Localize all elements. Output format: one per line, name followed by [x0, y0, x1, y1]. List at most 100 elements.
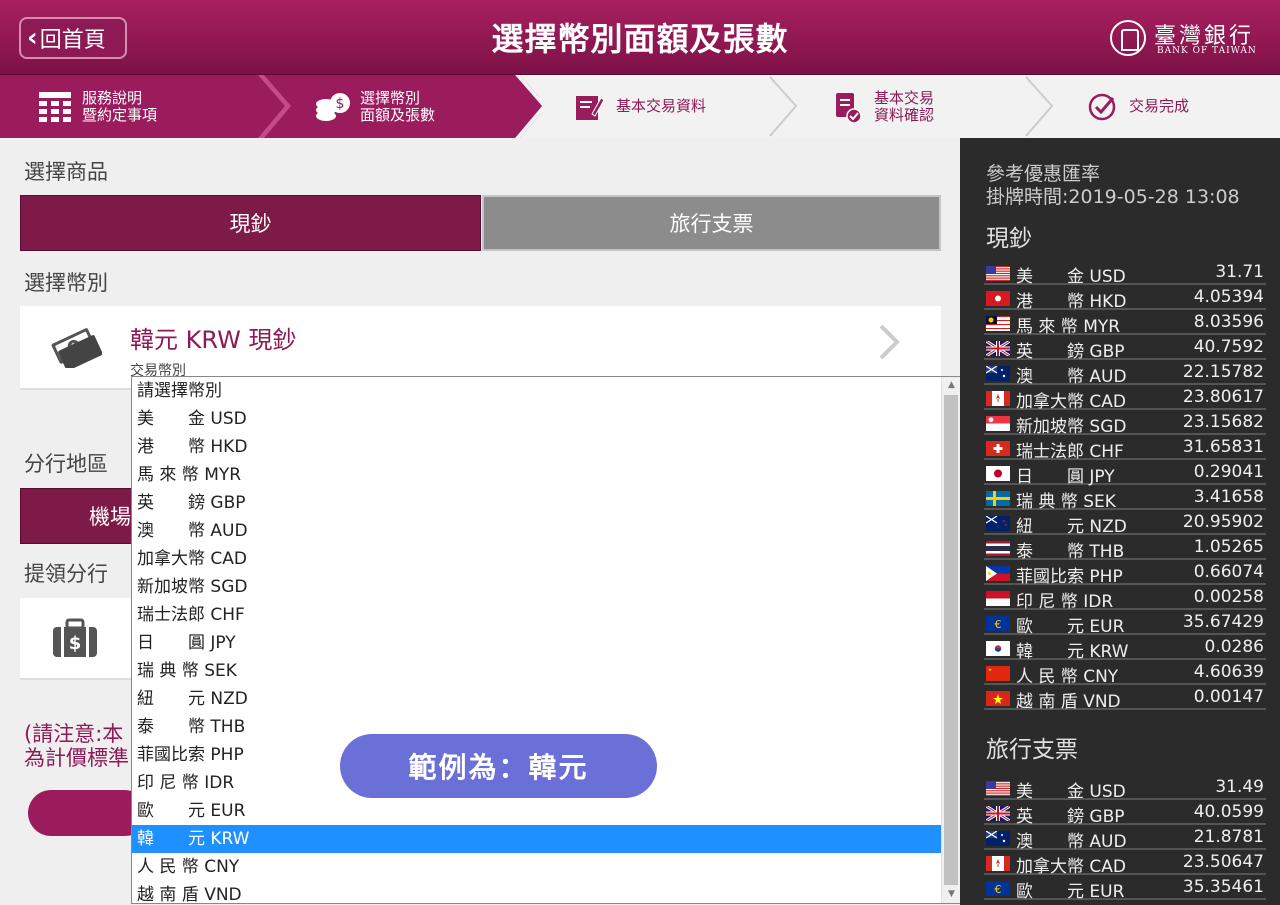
rate-value: 0.66074: [1193, 562, 1264, 582]
dropdown-option[interactable]: 瑞 典 幣 SEK: [132, 657, 960, 685]
rate-row: 美 金 USD 31.71: [984, 261, 1266, 287]
rate-currency: 泰 幣 THB: [1016, 542, 1125, 562]
dropdown-option[interactable]: 加拿大幣 CAD: [132, 545, 960, 573]
rate-row: 紐 元 NZD 20.95902: [984, 511, 1266, 537]
tab-travelers-check[interactable]: 旅行支票: [482, 195, 941, 251]
dropdown-option[interactable]: 新加坡幣 SGD: [132, 573, 960, 601]
us-flag-icon: [986, 266, 1010, 281]
step-basic-info: 基本交易資料: [572, 75, 772, 138]
banknotes-icon: $: [51, 328, 102, 368]
bank-name-en: BANK OF TAIWAN: [1157, 46, 1257, 56]
se-flag-icon: [986, 491, 1010, 506]
rate-value: 1.05265: [1193, 537, 1264, 557]
rate-currency: 韓 元 KRW: [1016, 642, 1129, 662]
rate-value: 31.71: [1215, 262, 1264, 282]
rate-row: 港 幣 HKD 4.05394: [984, 286, 1266, 312]
rate-value: 0.00147: [1193, 687, 1264, 707]
rate-value: 0.0286: [1204, 637, 1264, 657]
note-line-2: 為計價標準: [24, 746, 129, 770]
rate-currency: 美 金 USD: [1016, 782, 1126, 802]
bank-logo: 臺灣銀行 BANK OF TAIWAN: [1110, 18, 1270, 58]
rate-value: 23.80617: [1182, 387, 1264, 407]
ph-flag-icon: [986, 566, 1010, 581]
dropdown-option[interactable]: 請選擇幣別: [132, 377, 960, 405]
currency-dropdown[interactable]: 請選擇幣別美 金 USD 港 幣 HKD 馬 來 幣 MYR 英 鎊 GBP 澳 幣 A…: [131, 376, 961, 904]
rates-time: 掛牌時間:2019-05-28 13:08: [986, 186, 1240, 208]
rate-value: 35.67429: [1182, 612, 1264, 632]
rate-row: 韓 元 KRW 0.0286: [984, 636, 1266, 662]
rate-row: € 歐 元 EUR 35.67429: [984, 611, 1266, 637]
rate-currency: 馬 來 幣 MYR: [1016, 317, 1121, 337]
vn-flag-icon: [986, 691, 1010, 706]
rate-value: 40.7592: [1193, 337, 1264, 357]
dropdown-option[interactable]: 人 民 幣 CNY: [132, 853, 960, 881]
scroll-thumb[interactable]: [944, 395, 958, 885]
dropdown-option[interactable]: 韓 元 KRW: [132, 825, 960, 853]
tc-rates-heading: 旅行支票: [986, 737, 1078, 763]
eu-flag-icon: €: [986, 881, 1010, 896]
svg-text:€: €: [995, 883, 1002, 896]
page-title: 選擇幣別面額及張數: [491, 20, 789, 58]
step-confirm-info: 基本交易 資料確認: [830, 75, 1030, 138]
rate-currency: 瑞士法郎 CHF: [1016, 442, 1124, 462]
rate-row: 新加坡幣 SGD 23.15682: [984, 411, 1266, 437]
rate-currency: 美 金 USD: [1016, 267, 1126, 287]
th-flag-icon: [986, 541, 1010, 556]
tab-cash[interactable]: 現鈔: [20, 195, 481, 251]
rate-value: 35.35461: [1182, 877, 1264, 897]
rate-value: 23.15682: [1182, 412, 1264, 432]
rate-value: 20.95902: [1182, 512, 1264, 532]
rate-currency: 新加坡幣 SGD: [1016, 417, 1127, 437]
rate-row: 馬 來 幣 MYR 8.03596: [984, 311, 1266, 337]
dropdown-option[interactable]: 日 圓 JPY: [132, 629, 960, 657]
dropdown-option[interactable]: 歐 元 EUR: [132, 797, 960, 825]
rate-currency: 瑞 典 幣 SEK: [1016, 492, 1116, 512]
rate-currency: 印 尼 幣 IDR: [1016, 592, 1114, 612]
selected-currency: 韓元 KRW 現鈔: [130, 326, 297, 354]
au-flag-icon: [986, 366, 1010, 381]
id-flag-icon: [986, 591, 1010, 606]
cn-flag-icon: [986, 666, 1010, 681]
rate-currency: 日 圓 JPY: [1016, 467, 1115, 487]
rate-value: 3.41658: [1193, 487, 1264, 507]
dropdown-option[interactable]: 港 幣 HKD: [132, 433, 960, 461]
briefcase-icon: $: [53, 618, 97, 657]
rate-value: 4.60639: [1193, 662, 1264, 682]
scroll-up-icon[interactable]: ▲: [942, 377, 960, 394]
step-label: 交易完成: [1129, 97, 1190, 115]
next-button[interactable]: [28, 790, 148, 836]
rate-row: 加拿大幣 CAD 23.50647: [984, 851, 1266, 877]
dropdown-list: 請選擇幣別美 金 USD 港 幣 HKD 馬 來 幣 MYR 英 鎊 GBP 澳 幣 A…: [132, 377, 960, 903]
rate-row: € 歐 元 EUR 35.35461: [984, 876, 1266, 902]
kr-flag-icon: [986, 641, 1010, 656]
svg-text:$: $: [69, 633, 82, 654]
dropdown-option[interactable]: 紐 元 NZD: [132, 685, 960, 713]
rate-row: 澳 幣 AUD 22.15782: [984, 361, 1266, 387]
rate-value: 21.8781: [1193, 827, 1264, 847]
dropdown-option[interactable]: 英 鎊 GBP: [132, 489, 960, 517]
rate-row: 英 鎊 GBP 40.0599: [984, 801, 1266, 827]
dropdown-option[interactable]: 越 南 盾 VND: [132, 881, 960, 903]
dropdown-scrollbar[interactable]: ▲ ▼: [941, 377, 960, 903]
region-label: 分行地區: [24, 452, 108, 476]
uk-flag-icon: [986, 341, 1010, 356]
edit-form-icon: [572, 90, 606, 124]
dropdown-option[interactable]: 瑞士法郎 CHF: [132, 601, 960, 629]
scroll-down-icon[interactable]: ▼: [942, 886, 960, 903]
header: ‹ 回首頁 選擇幣別面額及張數 臺灣銀行 BANK OF TAIWAN: [0, 0, 1280, 75]
rate-currency: 澳 幣 AUD: [1016, 832, 1127, 852]
rate-row: 印 尼 幣 IDR 0.00258: [984, 586, 1266, 612]
ca-flag-icon: [986, 391, 1010, 406]
dropdown-option[interactable]: 美 金 USD: [132, 405, 960, 433]
rate-currency: 英 鎊 GBP: [1016, 342, 1125, 362]
svg-text:€: €: [995, 618, 1002, 631]
dropdown-option[interactable]: 馬 來 幣 MYR: [132, 461, 960, 489]
rate-value: 0.29041: [1193, 462, 1264, 482]
bank-seal-icon: [1110, 20, 1146, 56]
rate-value: 0.00258: [1193, 587, 1264, 607]
cash-rates-heading: 現鈔: [986, 226, 1032, 252]
rate-row: 英 鎊 GBP 40.7592: [984, 336, 1266, 362]
dropdown-option[interactable]: 澳 幣 AUD: [132, 517, 960, 545]
jp-flag-icon: [986, 466, 1010, 481]
ca-flag-icon: [986, 856, 1010, 871]
